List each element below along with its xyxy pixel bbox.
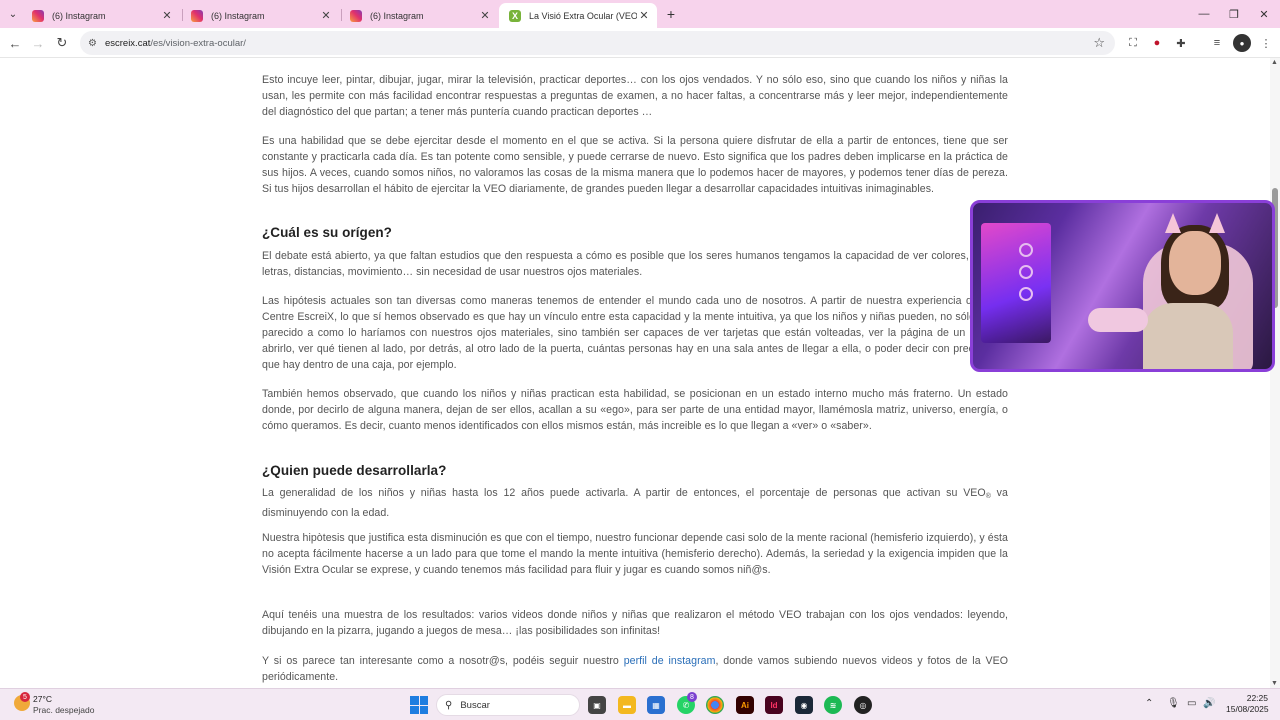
steam-icon[interactable]: ◉ bbox=[795, 696, 813, 714]
paragraph-hypothesis: Nuestra hipòtesis que justifica esta dis… bbox=[262, 532, 1008, 576]
fan-shape bbox=[1019, 265, 1033, 279]
webcam-microphone bbox=[1088, 308, 1148, 332]
store-icon[interactable]: ▦ bbox=[647, 696, 665, 714]
search-placeholder: Buscar bbox=[460, 699, 490, 711]
tab-label: (6) Instagram bbox=[370, 10, 424, 21]
text: Y si os parece tan interesante como a no… bbox=[262, 655, 624, 667]
address-bar[interactable]: ⚙ escreix.cat/es/vision-extra-ocular/ ☆ bbox=[80, 31, 1115, 55]
paragraph-debate: El debate está abierto, ya que faltan es… bbox=[262, 250, 1008, 278]
tray-chevron-up-icon[interactable]: ⌃ bbox=[1145, 698, 1153, 709]
instagram-profile-link[interactable]: perfil de instagram bbox=[624, 655, 716, 667]
extensions-puzzle-icon[interactable]: ✚ bbox=[1172, 34, 1190, 52]
profile-avatar-icon[interactable]: ● bbox=[1233, 34, 1251, 52]
webcam-body bbox=[1143, 303, 1233, 369]
browser-toolbar: ← → ↻ ⚙ escreix.cat/es/vision-extra-ocul… bbox=[0, 28, 1280, 58]
tab-instagram-3[interactable]: (6) Instagram ✕ bbox=[340, 3, 498, 28]
windows-taskbar: 5 27°C Prac. despejado ⚲ Buscar ▣ ▬ ▦ ✆ … bbox=[0, 688, 1280, 720]
text: La generalidad de los niños y niñas hast… bbox=[262, 487, 986, 499]
scroll-up-icon[interactable]: ▲ bbox=[1271, 59, 1278, 66]
weather-temperature[interactable]: 27°C bbox=[33, 694, 52, 704]
tab-search-icon[interactable]: ⌄ bbox=[4, 5, 22, 23]
tab-label: (6) Instagram bbox=[211, 10, 265, 21]
webcam-overlay bbox=[970, 200, 1275, 372]
indesign-icon[interactable]: Id bbox=[765, 696, 783, 714]
weather-badge: 5 bbox=[20, 692, 30, 702]
close-icon[interactable]: ✕ bbox=[319, 9, 333, 23]
instagram-icon bbox=[350, 9, 362, 22]
close-window-icon[interactable]: ✕ bbox=[1249, 4, 1279, 24]
url-text[interactable]: escreix.cat/es/vision-extra-ocular/ bbox=[105, 38, 246, 49]
network-icon[interactable]: ▭ bbox=[1187, 698, 1196, 709]
url-path: /es/vision-extra-ocular/ bbox=[150, 37, 246, 49]
webcam-ear bbox=[1209, 213, 1225, 233]
url-host: escreix.cat bbox=[104, 37, 151, 49]
webcam-ear bbox=[1165, 213, 1181, 233]
tab-strip: ⌄ (6) Instagram ✕ (6) Instagram ✕ (6) In… bbox=[0, 0, 1280, 28]
heading-origin: ¿Cuál es su orígen? bbox=[262, 225, 392, 240]
windows-start-icon[interactable] bbox=[410, 696, 428, 714]
back-icon[interactable]: ← bbox=[5, 33, 25, 53]
forward-icon[interactable]: → bbox=[28, 33, 48, 53]
chrome-icon[interactable] bbox=[706, 696, 724, 714]
menu-kebab-icon[interactable]: ⋮ bbox=[1257, 34, 1275, 52]
instagram-icon bbox=[191, 9, 203, 22]
file-explorer-icon[interactable]: ▬ bbox=[618, 696, 636, 714]
volume-icon[interactable]: 🔊 bbox=[1203, 698, 1215, 709]
paragraph-follow: Y si os parece tan interesante como a no… bbox=[262, 653, 1008, 685]
heading-who: ¿Quien puede desarrollarla? bbox=[262, 463, 447, 478]
instagram-icon bbox=[32, 9, 44, 22]
escreix-icon: X bbox=[509, 9, 521, 22]
tab-label: La Visió Extra Ocular (VEO) per bbox=[529, 10, 637, 21]
tab-instagram-2[interactable]: (6) Instagram ✕ bbox=[181, 3, 339, 28]
search-icon: ⚲ bbox=[445, 699, 453, 711]
bookmark-star-icon[interactable]: ☆ bbox=[1093, 35, 1105, 51]
spotify-icon[interactable]: ≋ bbox=[824, 696, 842, 714]
paragraph-observed: También hemos observado, que cuando los … bbox=[262, 388, 1008, 432]
restore-icon[interactable]: ❐ bbox=[1219, 4, 1249, 24]
paragraph-results: Aquí tenéis una muestra de los resultado… bbox=[262, 609, 1008, 637]
taskbar-clock[interactable]: 22:25 15/08/2025 bbox=[1226, 693, 1269, 715]
clock-time: 22:25 bbox=[1246, 693, 1268, 703]
minimize-icon[interactable]: — bbox=[1189, 4, 1219, 24]
paragraph-hypotheses: Las hipótesis actuales son tan diversas … bbox=[262, 295, 1008, 371]
illustrator-icon[interactable]: Ai bbox=[736, 696, 754, 714]
clock-date: 15/08/2025 bbox=[1226, 704, 1269, 714]
new-tab-icon[interactable]: + bbox=[662, 5, 680, 23]
tab-instagram-1[interactable]: (6) Instagram ✕ bbox=[22, 3, 180, 28]
web-page: Esto incuye leer, pintar, dibujar, jugar… bbox=[0, 58, 1270, 688]
close-icon[interactable]: ✕ bbox=[478, 9, 492, 23]
tab-escreix[interactable]: X La Visió Extra Ocular (VEO) per ✕ bbox=[499, 3, 657, 28]
fan-shape bbox=[1019, 243, 1033, 257]
page-scrollbar[interactable]: ▲ ▼ bbox=[1270, 58, 1280, 688]
media-control-icon[interactable]: ≡ bbox=[1208, 34, 1226, 52]
weather-description[interactable]: Prac. despejado bbox=[33, 705, 94, 715]
close-icon[interactable]: ✕ bbox=[160, 9, 174, 23]
close-icon[interactable]: ✕ bbox=[637, 9, 651, 23]
task-view-icon[interactable]: ▣ bbox=[588, 696, 606, 714]
scroll-down-icon[interactable]: ▼ bbox=[1271, 680, 1278, 687]
reload-icon[interactable]: ↻ bbox=[52, 33, 72, 53]
fan-shape bbox=[1019, 287, 1033, 301]
webcam-face bbox=[1169, 231, 1221, 295]
taskbar-search[interactable]: ⚲ Buscar bbox=[436, 694, 580, 716]
extension-capture-icon[interactable]: ⛶ bbox=[1124, 34, 1142, 52]
obs-icon[interactable]: ◎ bbox=[854, 696, 872, 714]
extension-record-icon[interactable]: ● bbox=[1148, 34, 1166, 52]
whatsapp-badge: 8 bbox=[687, 692, 697, 702]
webcam-pc-case bbox=[981, 223, 1051, 343]
paragraph-practice: Es una habilidad que se debe ejercitar d… bbox=[262, 135, 1008, 195]
paragraph-activities: Esto incuye leer, pintar, dibujar, jugar… bbox=[262, 74, 1008, 118]
tab-label: (6) Instagram bbox=[52, 10, 106, 21]
microphone-icon[interactable]: 🎙 bbox=[1167, 698, 1180, 709]
site-info-icon[interactable]: ⚙ bbox=[88, 38, 97, 49]
paragraph-generality: La generalidad de los niños y niñas hast… bbox=[262, 485, 1008, 521]
